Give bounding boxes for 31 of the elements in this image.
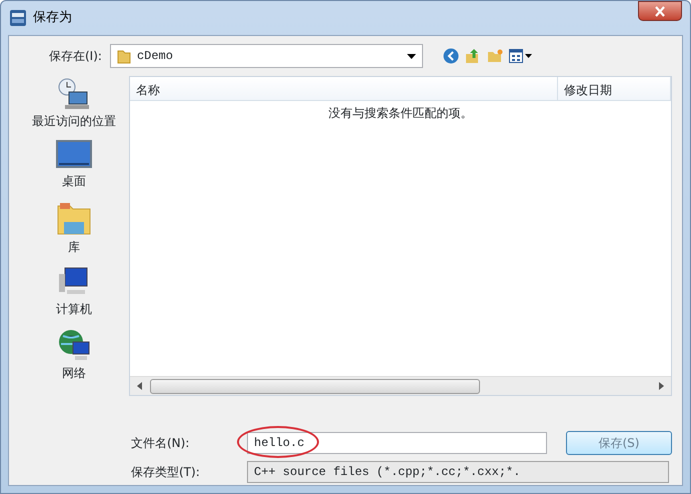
recent-icon [57, 78, 91, 110]
file-name-field[interactable]: hello.c [247, 432, 547, 454]
library-icon [56, 200, 92, 236]
up-folder-icon[interactable] [464, 48, 481, 64]
back-icon[interactable] [442, 48, 459, 64]
close-icon [654, 6, 666, 16]
sidebar-item[interactable]: 库 [68, 238, 80, 256]
column-header[interactable]: 修改日期 [558, 77, 671, 100]
close-button[interactable] [638, 1, 682, 21]
sidebar-item[interactable]: 计算机 [56, 300, 92, 318]
column-header[interactable]: 名称 [130, 77, 558, 100]
view-menu-icon[interactable] [508, 49, 533, 63]
scroll-right-icon[interactable] [657, 382, 665, 390]
network-icon [57, 328, 91, 362]
app-icon [9, 9, 27, 27]
file-name-label: 文件名(N): [130, 435, 190, 452]
desktop-icon [56, 140, 92, 170]
sidebar-item[interactable]: 网络 [62, 364, 86, 382]
sidebar-item[interactable]: 最近访问的位置 [32, 112, 116, 130]
horizontal-scrollbar[interactable] [130, 376, 671, 395]
file-type-dropdown[interactable]: C++ source files (*.cpp;*.cc;*.cxx;*. [247, 461, 669, 483]
empty-message: 没有与搜索条件匹配的项。 [328, 106, 472, 120]
scrollbar-thumb[interactable] [150, 378, 480, 394]
location-label: 保存在(I): [49, 48, 102, 65]
folder-icon [116, 48, 131, 64]
window-title: 保存为 [33, 9, 72, 28]
caret-icon [406, 54, 416, 58]
location-dropdown[interactable]: cDemo [110, 44, 423, 68]
scroll-left-icon[interactable] [136, 382, 144, 390]
sidebar-item[interactable]: 桌面 [62, 172, 86, 190]
file-type-label: 保存类型(T): [130, 464, 201, 481]
